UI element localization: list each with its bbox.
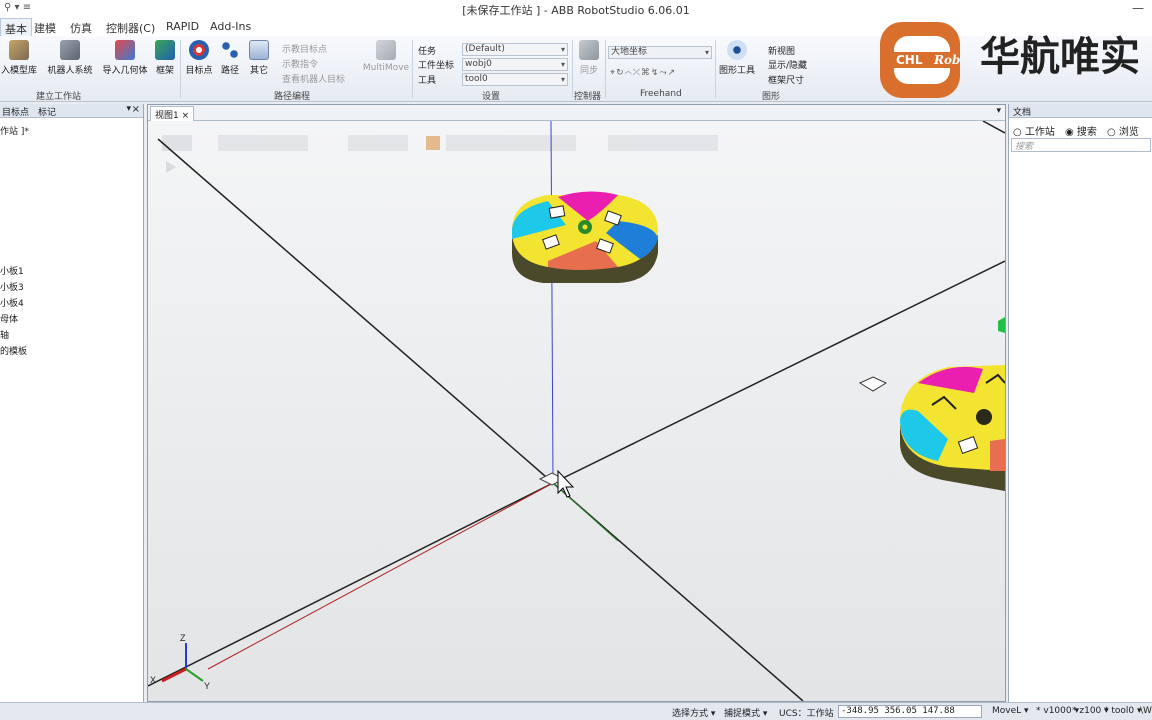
- frame-button[interactable]: 框架: [154, 40, 176, 76]
- viewport-menu-icon[interactable]: ▾: [996, 106, 1001, 116]
- group-freehand: Freehand: [640, 89, 682, 99]
- graphic-tools-button[interactable]: 图形工具: [716, 40, 758, 76]
- status-bar: 选择方式 ▾ 捕捉模式 ▾ UCS：工作站 -348.95 356.05 147…: [0, 702, 1152, 720]
- tab-simulation[interactable]: 仿真: [66, 20, 96, 36]
- radio-station[interactable]: ○ 工作站: [1013, 123, 1055, 138]
- wobj-status[interactable]: \W: [1140, 706, 1152, 716]
- coordinate-readout: -348.95 356.05 147.88: [838, 705, 982, 718]
- document-icon: [249, 40, 269, 60]
- task-label: 任务: [418, 47, 437, 57]
- library-icon: [9, 40, 29, 60]
- group-separator: [180, 40, 181, 98]
- view-robot-target-button[interactable]: 查看机器人目标: [282, 72, 345, 85]
- tab-markers[interactable]: 标记: [36, 105, 58, 118]
- snap-mode-dropdown[interactable]: 捕捉模式 ▾: [724, 706, 767, 719]
- tree-item[interactable]: 小板1: [0, 264, 24, 277]
- ucs-label: UCS：工作站: [779, 709, 834, 719]
- group-separator: [572, 40, 573, 98]
- geometry-icon: [115, 40, 135, 60]
- search-input[interactable]: 搜索: [1011, 138, 1151, 152]
- robot-system-button[interactable]: 机器人系统: [44, 40, 96, 76]
- scene-canvas[interactable]: Z X Y: [148, 121, 1005, 701]
- workpiece-disc-1: [512, 191, 658, 283]
- group-graphics: 图形: [762, 92, 781, 102]
- radio-search[interactable]: ◉ 搜索: [1065, 123, 1097, 138]
- logo-chl: CHL: [896, 53, 923, 67]
- import-geometry-button[interactable]: 导入几何体: [100, 40, 150, 76]
- target-button[interactable]: 目标点: [184, 40, 214, 76]
- group-build-station: 建立工作站: [36, 92, 82, 102]
- documents-title: 文档: [1009, 104, 1152, 118]
- axis-y-label: Y: [204, 681, 210, 691]
- multimove-icon: [376, 40, 396, 60]
- path-button[interactable]: 路径: [217, 40, 243, 76]
- tab-home[interactable]: 基本: [0, 18, 32, 37]
- target-icon: [189, 40, 209, 60]
- tool-dropdown[interactable]: tool0: [462, 73, 568, 86]
- tree-item[interactable]: 小板3: [0, 280, 24, 293]
- teach-target-button[interactable]: 示教目标点: [282, 42, 327, 55]
- group-separator: [605, 40, 606, 98]
- eye-icon: [727, 40, 747, 60]
- multimove-button[interactable]: MultiMove: [362, 40, 410, 73]
- tree-item-station[interactable]: 作站 ]*: [0, 124, 29, 137]
- group-settings: 设置: [482, 92, 501, 102]
- other-button[interactable]: 其它: [247, 40, 271, 76]
- tab-controller[interactable]: 控制器(C): [102, 20, 159, 36]
- logo-rob: Rob: [933, 53, 960, 67]
- show-hide-button[interactable]: 显示/隐藏: [768, 58, 807, 71]
- wobj-label: 工件坐标: [418, 61, 455, 71]
- group-separator: [412, 40, 413, 98]
- tab-targets[interactable]: 目标点: [0, 105, 31, 118]
- teach-instruction-button[interactable]: 示教指令: [282, 57, 318, 70]
- import-library-button[interactable]: 入模型库: [0, 40, 40, 76]
- group-path-programming: 路径编程: [274, 92, 311, 102]
- radio-browse[interactable]: ○ 浏览: [1107, 123, 1139, 138]
- freehand-tools[interactable]: ⌖↻⌒⤫⌘↯⤳↗: [610, 68, 710, 80]
- tree-item[interactable]: 轴: [0, 328, 9, 341]
- tab-view1[interactable]: 视图1 ×: [150, 106, 195, 121]
- left-panel: 目标点 标记 ▾ × 作站 ]* 小板1 小板3 小板4 母体 轴 的模板: [0, 104, 144, 702]
- sync-button[interactable]: 同步: [576, 40, 602, 76]
- axis-x-label: X: [150, 675, 156, 685]
- task-dropdown[interactable]: (Default): [462, 43, 568, 56]
- tree-item[interactable]: 的模板: [0, 344, 27, 357]
- tab-addins[interactable]: Add-Ins: [206, 20, 255, 33]
- chl-rob-logo: CHL Rob 华航唯实: [876, 16, 1152, 102]
- select-mode-dropdown[interactable]: 选择方式 ▾: [672, 706, 715, 719]
- tree-item[interactable]: 小板4: [0, 296, 24, 309]
- sync-icon: [579, 40, 599, 60]
- new-view-button[interactable]: 新视图: [768, 44, 795, 57]
- tool-label: 工具: [418, 76, 437, 86]
- logo-text: 华航唯实: [980, 34, 1140, 80]
- pin-icon[interactable]: ▾: [126, 104, 131, 114]
- frame-icon: [155, 40, 175, 60]
- tab-rapid[interactable]: RAPID: [162, 20, 203, 33]
- viewport-tab-bar: 视图1 × ▾: [148, 105, 1005, 121]
- left-panel-tabs: 目标点 标记 ▾ ×: [0, 104, 143, 118]
- viewport-3d[interactable]: 视图1 × ▾ Z X Y: [147, 104, 1006, 702]
- freehand-frame-dropdown[interactable]: 大地坐标: [608, 46, 712, 59]
- robot-icon: [60, 40, 80, 60]
- path-icon: [220, 40, 240, 60]
- frame-size-button[interactable]: 框架尺寸: [768, 73, 804, 86]
- group-controller: 控制器: [574, 92, 602, 102]
- right-panel: 文档 ○ 工作站 ◉ 搜索 ○ 浏览 搜索: [1008, 104, 1152, 702]
- close-icon[interactable]: ×: [132, 104, 140, 115]
- tree-item[interactable]: 母体: [0, 312, 18, 325]
- move-instruction-dropdown[interactable]: MoveL ▾: [992, 706, 1029, 716]
- minimize-icon[interactable]: —: [1132, 1, 1144, 15]
- tool-status-dropdown[interactable]: * tool0 ▾: [1104, 706, 1142, 716]
- axis-z-label: Z: [180, 633, 186, 643]
- tab-modeling[interactable]: 建模: [30, 20, 60, 36]
- wobj-dropdown[interactable]: wobj0: [462, 58, 568, 71]
